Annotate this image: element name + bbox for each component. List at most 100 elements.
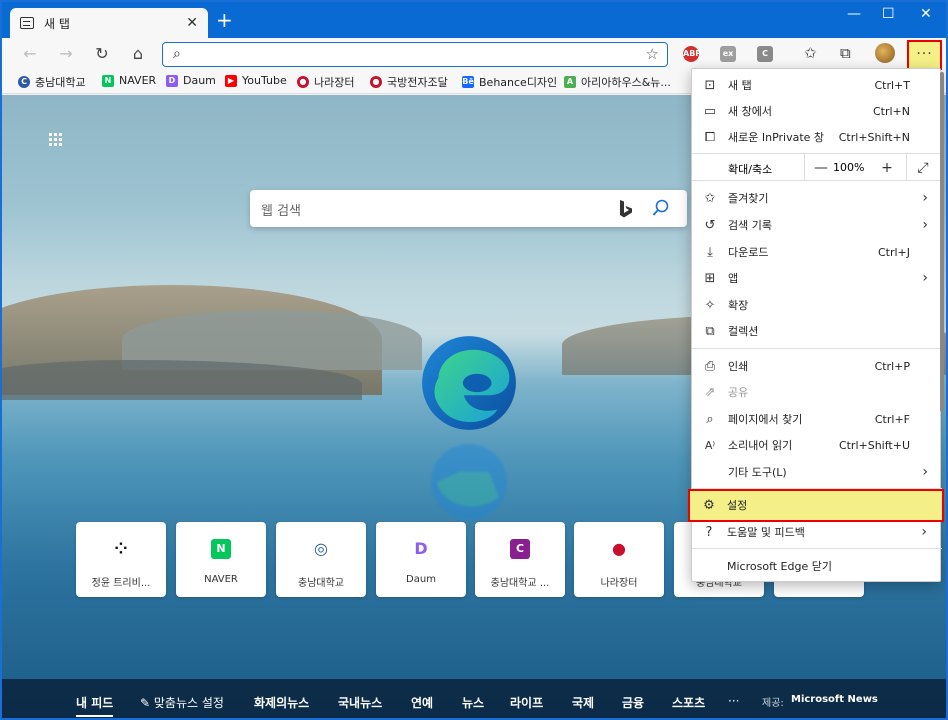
bing-icon[interactable] [618, 199, 634, 219]
menu-item-more-tools[interactable]: 기타 도구(L) › [692, 459, 942, 485]
adblock-extension-icon[interactable]: ABP [683, 46, 701, 62]
app-launcher-icon[interactable] [49, 133, 63, 147]
ex-extension-icon[interactable]: ex [720, 46, 736, 62]
favorites-icon[interactable]: ✩ [804, 44, 817, 62]
zoom-in-button[interactable]: + [872, 157, 902, 179]
bookmark-youtube[interactable]: ▶ YouTube [225, 74, 287, 87]
inprivate-icon: ⧠ [704, 129, 716, 145]
feed-personalize-button[interactable]: ✎ 맞춤뉴스 설정 [140, 694, 224, 711]
menu-item-inprivate[interactable]: ⧠ 새로운 InPrivate 창 Ctrl+Shift+N [692, 124, 942, 150]
chevron-right-icon: › [922, 217, 928, 233]
menu-item-share: ⇗ 공유 [692, 379, 942, 405]
menu-zoom-row: 확대/축소 — 100% + ⤢ [692, 153, 942, 181]
favorites-icon: ✩ [704, 190, 716, 206]
quick-link-tile[interactable]: D Daum [376, 522, 466, 597]
address-bar[interactable]: ⌕ ☆ [162, 42, 668, 67]
divider [906, 154, 907, 181]
new-tab-button[interactable]: + [216, 10, 233, 30]
gear-icon: ⚙ [703, 497, 715, 513]
chevron-right-icon: › [922, 270, 928, 286]
web-search-box[interactable]: 웹 검색 [250, 190, 687, 227]
favorite-star-icon[interactable]: ☆ [646, 45, 659, 63]
maximize-button[interactable]: ☐ [882, 6, 895, 22]
read-aloud-icon: A⁾ [704, 438, 716, 452]
settings-and-more-button[interactable]: ··· [907, 40, 942, 71]
tile-label: 나라장터 [600, 578, 638, 589]
back-button[interactable]: ← [18, 44, 42, 64]
tile-label: 충남대학교 ... [490, 578, 550, 589]
new-tab-icon: ⊡ [704, 77, 716, 93]
quick-link-tile[interactable]: N NAVER [176, 522, 266, 597]
naver-icon: N [211, 539, 231, 559]
bookmark-defense-procurement[interactable]: ● 국방전자조달 [370, 74, 448, 90]
edge-logo-reflection [431, 444, 507, 520]
provider-label: Microsoft News [791, 694, 878, 705]
edge-logo [422, 336, 516, 430]
menu-item-help-feedback[interactable]: ? 도움말 및 피드백 › [691, 519, 941, 545]
collections-icon[interactable]: ⧉ [840, 44, 851, 62]
feed-tab-my-feed[interactable]: 내 피드 [76, 694, 114, 717]
chevron-right-icon: › [922, 190, 928, 206]
cnu-icon: C [18, 76, 30, 88]
menu-item-read-aloud[interactable]: A⁾ 소리내어 읽기 Ctrl+Shift+U [692, 432, 942, 458]
menu-item-settings[interactable]: ⚙ 설정 [691, 492, 941, 518]
feed-tab-domestic[interactable]: 국내뉴스 [338, 694, 382, 711]
youtube-icon: ▶ [225, 74, 237, 87]
tile-label: NAVER [204, 574, 238, 585]
minimize-button[interactable]: — [847, 6, 861, 22]
feed-tab-world[interactable]: 국제 [572, 694, 594, 711]
menu-item-find-on-page[interactable]: ⌕ 페이지에서 찾기 Ctrl+F [692, 406, 942, 432]
korea-emblem-icon: ● [297, 76, 309, 88]
quick-link-tile[interactable]: ◎ 충남대학교 [276, 522, 366, 597]
refresh-button[interactable]: ↻ [90, 44, 114, 64]
home-button[interactable]: ⌂ [126, 44, 150, 64]
menu-item-favorites[interactable]: ✩ 즐겨찾기 › [692, 185, 942, 211]
tab-new-tab[interactable]: 새 탭 ✕ [10, 8, 208, 38]
bookmark-cnu[interactable]: C 충남대학교 [18, 74, 86, 90]
bookmark-behance[interactable]: Bē Behance디자인 [462, 74, 557, 90]
daum-icon: D [411, 539, 431, 559]
menu-item-new-tab[interactable]: ⊡ 새 탭 Ctrl+T [692, 72, 942, 98]
extensions-icon: ✧ [704, 297, 716, 313]
feed-tab-trending[interactable]: 화제의뉴스 [254, 694, 309, 711]
zoom-out-button[interactable]: — [806, 157, 836, 179]
collections-icon: ⧉ [705, 323, 715, 339]
divider [692, 548, 942, 549]
search-icon[interactable] [652, 199, 670, 217]
bookmark-ariahouse[interactable]: A 아리아하우스&뉴... [564, 74, 671, 90]
tile-label: 충남대학교 [298, 578, 344, 589]
menu-item-print[interactable]: ⎙ 인쇄 Ctrl+P [692, 353, 942, 379]
apps-icon: ⊞ [704, 270, 716, 286]
profile-avatar[interactable] [875, 43, 895, 63]
feed-tab-news[interactable]: 뉴스 [462, 694, 484, 711]
bookmark-narajangteo[interactable]: ● 나라장터 [297, 74, 354, 90]
tab-title: 새 탭 [44, 16, 70, 31]
feed-more-button[interactable]: ··· [728, 694, 739, 708]
menu-item-downloads[interactable]: ⤓ 다운로드 Ctrl+J [692, 239, 942, 265]
menu-item-extensions[interactable]: ✧ 확장 [692, 292, 942, 318]
divider [692, 348, 942, 349]
feed-tab-finance[interactable]: 금융 [622, 694, 644, 711]
menu-item-apps[interactable]: ⊞ 앱 › [692, 265, 942, 291]
menu-scrollbar[interactable] [940, 72, 944, 412]
quick-link-tile[interactable]: C 충남대학교 ... [475, 522, 565, 597]
fullscreen-icon[interactable]: ⤢ [908, 157, 938, 179]
menu-item-new-window[interactable]: ▭ 새 창에서 Ctrl+N [692, 98, 942, 124]
feed-tab-entertainment[interactable]: 연예 [411, 694, 433, 711]
tile-icon: ⁘ [111, 539, 131, 559]
quick-link-tile[interactable]: ● 나라장터 [574, 522, 664, 597]
quick-link-tile[interactable]: ⁘ 정윤 트리비... [76, 522, 166, 597]
menu-item-close-edge[interactable]: Microsoft Edge 닫기 [691, 553, 941, 579]
feed-tab-life[interactable]: 라이프 [510, 694, 543, 711]
feed-tab-sports[interactable]: 스포츠 [672, 694, 705, 711]
bookmark-daum[interactable]: D Daum [166, 74, 216, 87]
tab-close-icon[interactable]: ✕ [186, 15, 198, 31]
close-window-button[interactable]: ✕ [920, 6, 932, 22]
ariahouse-icon: A [564, 76, 576, 88]
c-extension-icon[interactable]: C [757, 46, 773, 62]
korea-emblem-icon: ● [370, 76, 382, 88]
forward-button[interactable]: → [54, 44, 78, 64]
bookmark-naver[interactable]: N NAVER [102, 74, 156, 87]
menu-item-history[interactable]: ↺ 검색 기록 › [692, 212, 942, 238]
menu-item-collections[interactable]: ⧉ 컬렉션 [692, 318, 942, 344]
